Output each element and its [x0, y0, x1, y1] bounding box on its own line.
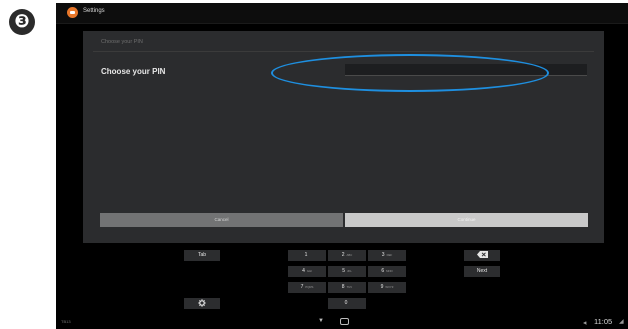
continue-button[interactable]: Continue — [345, 213, 588, 227]
system-nav-bar: TB13 ▼ ◀) 11:05 ◢ — [56, 314, 628, 329]
next-key[interactable]: Next — [464, 266, 500, 277]
key-2[interactable]: 2 ABC — [328, 250, 366, 261]
cancel-button[interactable]: Cancel — [100, 213, 343, 227]
nav-home-icon[interactable] — [340, 318, 349, 325]
keyboard-settings-key[interactable] — [184, 298, 220, 309]
key-1[interactable]: 1 — [288, 250, 326, 261]
key-8[interactable]: 8 TUV — [328, 282, 366, 293]
key-4-letters: GHI — [306, 269, 312, 273]
settings-app-icon — [67, 7, 78, 18]
pin-field-label: Choose your PIN — [101, 67, 166, 76]
nav-back-down-icon[interactable]: ▼ — [318, 318, 324, 324]
key-6[interactable]: 6 MNO — [368, 266, 406, 277]
app-title: Settings — [83, 8, 105, 14]
key-2-letters: ABC — [346, 253, 353, 257]
key-2-digit: 2 — [341, 252, 345, 258]
key-7-letters: PQRS — [305, 285, 314, 289]
key-1-digit: 1 — [304, 252, 308, 258]
key-3-digit: 3 — [381, 252, 385, 258]
key-0-digit: 0 — [344, 300, 348, 306]
tablet-screen: Settings Choose your PIN Choose your PIN… — [56, 3, 628, 329]
step-number-badge: ❸ — [9, 9, 35, 35]
key-8-letters: TUV — [346, 285, 353, 289]
status-clock: 11:05 — [594, 317, 613, 326]
key-0[interactable]: 0 — [328, 298, 366, 309]
key-5-digit: 5 — [342, 268, 345, 274]
key-9[interactable]: 9 WXYZ — [368, 282, 406, 293]
choose-pin-dialog: Choose your PIN Choose your PIN Cancel C… — [83, 31, 604, 243]
dialog-header: Choose your PIN — [101, 39, 143, 45]
volume-icon: ◀) — [583, 321, 588, 325]
key-6-digit: 6 — [381, 268, 385, 274]
nav-left-text: TB13 — [61, 319, 71, 324]
key-3[interactable]: 3 DEF — [368, 250, 406, 261]
key-5[interactable]: 5 JKL — [328, 266, 366, 277]
key-4-digit: 4 — [302, 268, 305, 274]
backspace-key[interactable] — [464, 250, 500, 261]
tab-key[interactable]: Tab — [184, 250, 220, 261]
action-bar: Settings — [56, 3, 628, 24]
key-8-digit: 8 — [341, 284, 345, 290]
key-7[interactable]: 7 PQRS — [288, 282, 326, 293]
key-4[interactable]: 4 GHI — [288, 266, 326, 277]
backspace-icon — [476, 251, 488, 259]
dialog-divider — [93, 51, 594, 52]
key-9-digit: 9 — [380, 284, 384, 290]
pin-input[interactable] — [345, 64, 587, 76]
key-6-letters: MNO — [386, 269, 393, 273]
key-9-letters: WXYZ — [385, 285, 394, 289]
key-7-digit: 7 — [300, 284, 304, 290]
signal-icon: ◢ — [619, 319, 624, 325]
key-5-letters: JKL — [346, 269, 352, 273]
key-3-letters: DEF — [386, 253, 393, 257]
gear-icon — [198, 298, 206, 307]
